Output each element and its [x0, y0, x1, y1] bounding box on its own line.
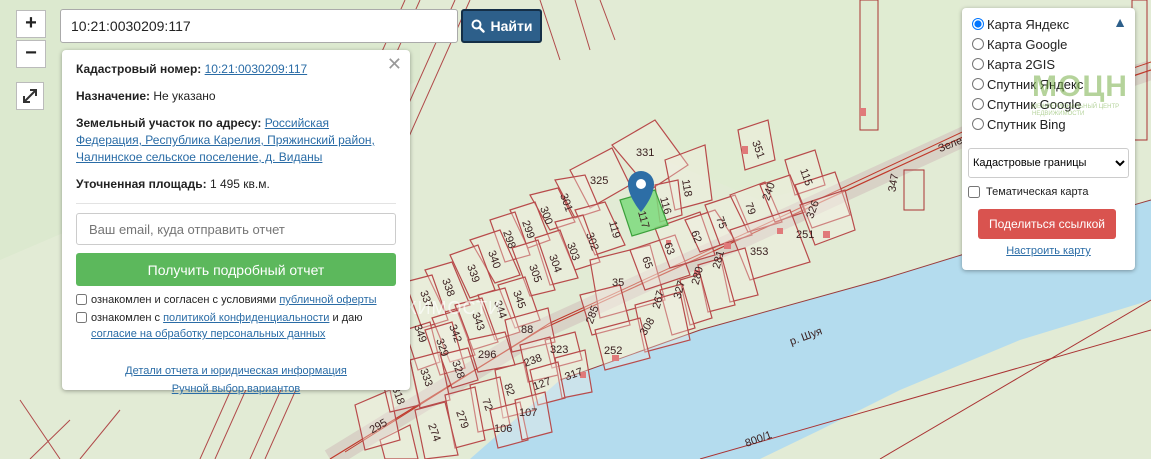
parcel-label: 106	[494, 423, 512, 435]
map-type-radio[interactable]	[972, 38, 984, 50]
parcel-label: 331	[636, 147, 654, 159]
parcel-info-popup: ✕ Кадастровый номер: 10:21:0030209:117 Н…	[62, 50, 410, 395]
map-type-option[interactable]: Карта Яндекс	[968, 14, 1129, 34]
search-box	[60, 9, 458, 43]
report-details-link[interactable]: Детали отчета и юридическая информация	[125, 365, 347, 377]
consent-privacy-text: ознакомлен с политикой конфиденциальност…	[91, 312, 363, 340]
map-type-label: Карта 2GIS	[987, 56, 1056, 72]
parcel-label: 252	[604, 345, 622, 357]
map-type-option[interactable]: Карта 2GIS	[968, 54, 1129, 74]
share-link-button[interactable]: Поделиться ссылкой	[978, 209, 1116, 239]
purpose-label: Назначение:	[76, 89, 151, 103]
map-type-radio[interactable]	[972, 98, 984, 110]
map-type-radio[interactable]	[972, 58, 984, 70]
map-type-option[interactable]: Спутник Яндекс	[968, 74, 1129, 94]
thematic-map-label: Тематическая карта	[986, 186, 1089, 198]
divider	[76, 203, 396, 204]
map-type-label: Карта Google	[987, 36, 1068, 52]
personal-data-consent-link[interactable]: согласие на обработку персональных данны…	[91, 328, 325, 340]
purpose-value: Не указано	[153, 89, 216, 103]
thematic-map-checkbox[interactable]	[968, 186, 980, 198]
parcel-label: 88	[521, 324, 533, 336]
map-type-option[interactable]: Спутник Google	[968, 94, 1129, 114]
area-value: 1 495 кв.м.	[209, 177, 270, 191]
area-row: Уточненная площадь: 1 495 кв.м.	[76, 176, 396, 193]
parcel-label: 35	[612, 277, 624, 289]
map-type-panel: ▲ Карта Яндекс Карта Google Карта 2GIS Спут…	[962, 8, 1135, 270]
consent-privacy-row: ознакомлен с политикой конфиденциальност…	[76, 310, 396, 342]
map-type-label: Спутник Bing	[987, 116, 1066, 132]
cadastral-row: Кадастровый номер: 10:21:0030209:117	[76, 61, 396, 78]
search-icon	[471, 19, 485, 33]
chevron-up-icon[interactable]: ▲	[1113, 14, 1127, 30]
purpose-row: Назначение: Не указано	[76, 88, 396, 105]
privacy-policy-link[interactable]: политикой конфиденциальности	[163, 312, 329, 324]
map-type-option[interactable]: Карта Google	[968, 34, 1129, 54]
map-type-label: Карта Яндекс	[987, 16, 1070, 32]
consent-offer-checkbox[interactable]	[76, 294, 87, 305]
area-label: Уточненная площадь:	[76, 177, 207, 191]
zoom-out-button[interactable]: −	[16, 40, 46, 68]
manual-selection-link[interactable]: Ручной выбор вариантов	[172, 383, 300, 395]
cadastral-label: Кадастровый номер:	[76, 62, 202, 76]
public-offer-link[interactable]: публичной оферты	[279, 294, 376, 306]
map-type-list: Карта Яндекс Карта Google Карта 2GIS Спутни…	[968, 14, 1129, 134]
consent-privacy-checkbox[interactable]	[76, 312, 87, 323]
map-type-radio[interactable]	[972, 118, 984, 130]
parcel-label: 251	[796, 229, 814, 241]
expand-icon	[23, 89, 37, 103]
address-row: Земельный участок по адресу: Российская …	[76, 115, 396, 166]
search-button[interactable]: Найти	[461, 9, 542, 43]
email-field[interactable]	[76, 213, 396, 245]
address-label: Земельный участок по адресу:	[76, 116, 262, 130]
search-button-label: Найти	[490, 18, 533, 34]
consent-offer-row: ознакомлен и согласен с условиями публич…	[76, 292, 396, 308]
get-report-button[interactable]: Получить подробный отчет	[76, 253, 396, 286]
map-type-radio[interactable]	[972, 18, 984, 30]
zoom-in-button[interactable]: +	[16, 10, 46, 38]
parcel-label: 296	[478, 349, 496, 361]
fullscreen-button[interactable]	[16, 82, 44, 110]
parcel-label: 323	[550, 344, 568, 356]
consent-offer-text: ознакомлен и согласен с условиями публич…	[91, 294, 377, 306]
parcel-label: 107	[519, 407, 537, 419]
map-type-label: Спутник Яндекс	[987, 76, 1084, 92]
parcel-label: 353	[750, 246, 768, 258]
parcel-label: 325	[590, 175, 608, 187]
map-type-radio[interactable]	[972, 78, 984, 90]
map-type-option[interactable]: Спутник Bing	[968, 114, 1129, 134]
search-input[interactable]	[61, 10, 457, 42]
close-icon[interactable]: ✕	[387, 54, 402, 75]
cadastral-number-link[interactable]: 10:21:0030209:117	[205, 62, 308, 76]
map-type-label: Спутник Google	[987, 96, 1082, 112]
thematic-map-toggle[interactable]: Тематическая карта	[968, 186, 1129, 198]
layer-select[interactable]: Кадастровые границы	[968, 148, 1129, 178]
map-settings-link[interactable]: Настроить карту	[968, 245, 1129, 257]
